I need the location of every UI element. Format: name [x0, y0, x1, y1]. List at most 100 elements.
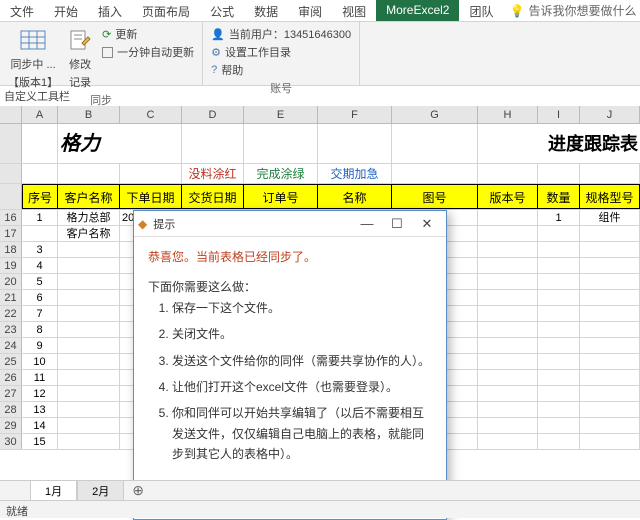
auto-update-checkbox[interactable]: 一分钟自动更新 — [102, 44, 194, 60]
hdr-delivdate[interactable]: 交货日期 — [182, 184, 244, 209]
add-sheet-button[interactable]: ⊕ — [124, 480, 152, 501]
update-label: 更新 — [115, 26, 137, 42]
legend-blue[interactable]: 交期加急 — [318, 164, 392, 183]
legend-red[interactable]: 没料涂红 — [182, 164, 244, 183]
row-header[interactable]: 29 — [0, 418, 22, 433]
current-user-label: 当前用户：13451646300 — [229, 26, 351, 42]
col-G[interactable]: G — [392, 106, 478, 123]
row-header[interactable]: 17 — [0, 226, 22, 241]
hdr-drawing[interactable]: 图号 — [392, 184, 478, 209]
gear-icon: ⚙ — [211, 46, 221, 59]
row-header[interactable] — [0, 184, 22, 209]
row-header[interactable]: 21 — [0, 290, 22, 305]
sync-button-label1: 同步中 ... — [10, 56, 55, 72]
hdr-name[interactable]: 名称 — [318, 184, 392, 209]
select-all[interactable] — [0, 106, 22, 123]
hdr-qty[interactable]: 数量 — [538, 184, 580, 209]
help-label: 帮助 — [221, 62, 243, 78]
sync-button[interactable]: 同步中 ... 【版本1】 — [8, 26, 58, 90]
row-header[interactable]: 28 — [0, 402, 22, 417]
user-icon: 👤 — [211, 28, 225, 41]
bulb-icon: 💡 — [510, 4, 525, 18]
legend-row: 没料涂红 完成涂绿 交期加急 — [0, 164, 640, 184]
col-J[interactable]: J — [580, 106, 640, 123]
row-header[interactable]: 25 — [0, 354, 22, 369]
col-F[interactable]: F — [318, 106, 392, 123]
maximize-button[interactable]: ☐ — [382, 216, 412, 232]
row-header[interactable]: 27 — [0, 386, 22, 401]
status-bar: 就绪 — [0, 500, 640, 518]
step-1: 保存一下这个文件。 — [172, 298, 432, 318]
row-header[interactable]: 18 — [0, 242, 22, 257]
minimize-button[interactable]: — — [352, 216, 382, 231]
tab-moreexcel2[interactable]: MoreExcel2 — [376, 0, 459, 21]
current-user[interactable]: 👤 当前用户：13451646300 — [211, 26, 351, 42]
dialog-intro: 下面你需要这么做： — [148, 277, 432, 297]
col-B[interactable]: B — [58, 106, 120, 123]
update-button[interactable]: ⟳ 更新 — [102, 26, 194, 42]
changelog-button[interactable]: 修改 记录 — [66, 26, 94, 90]
row-header[interactable]: 26 — [0, 370, 22, 385]
tab-home[interactable]: 开始 — [44, 0, 88, 21]
row-header[interactable]: 16 — [0, 210, 22, 225]
hdr-seq[interactable]: 序号 — [22, 184, 58, 209]
close-button[interactable]: ✕ — [412, 216, 442, 232]
tab-insert[interactable]: 插入 — [88, 0, 132, 21]
info-icon: ◆ — [138, 217, 147, 231]
hdr-orderdate[interactable]: 下单日期 — [120, 184, 182, 209]
refresh-icon: ⟳ — [102, 28, 111, 41]
auto-update-label: 一分钟自动更新 — [117, 44, 194, 60]
grid-icon — [19, 26, 47, 54]
help-icon: ? — [211, 64, 217, 76]
row-header[interactable]: 22 — [0, 306, 22, 321]
hdr-orderno[interactable]: 订单号 — [244, 184, 318, 209]
tell-me[interactable]: 💡 告诉我你想要做什么 — [510, 0, 637, 21]
col-E[interactable]: E — [244, 106, 318, 123]
tab-review[interactable]: 审阅 — [288, 0, 332, 21]
col-H[interactable]: H — [478, 106, 538, 123]
tell-me-label: 告诉我你想要做什么 — [528, 2, 636, 19]
tab-file[interactable]: 文件 — [0, 0, 44, 21]
dialog-congrats: 恭喜您。当前表格已经同步了。 — [148, 247, 432, 267]
group-sync: 同步中 ... 【版本1】 修改 记录 ⟳更新 一分钟自动更新 同步 — [0, 22, 203, 85]
header-row: 序号 客户名称 下单日期 交货日期 订单号 名称 图号 版本号 数量 规格型号 — [0, 184, 640, 210]
col-I[interactable]: I — [538, 106, 580, 123]
row-header[interactable]: 20 — [0, 274, 22, 289]
tracker-title[interactable]: 进度跟踪表 — [478, 124, 640, 163]
row-header[interactable]: 24 — [0, 338, 22, 353]
hdr-customer[interactable]: 客户名称 — [58, 184, 120, 209]
help-button[interactable]: ? 帮助 — [211, 62, 351, 78]
tab-layout[interactable]: 页面布局 — [132, 0, 200, 21]
row-header[interactable] — [0, 124, 22, 163]
tab-data[interactable]: 数据 — [244, 0, 288, 21]
row-header[interactable] — [0, 164, 22, 183]
hdr-spec[interactable]: 规格型号 — [580, 184, 640, 209]
tab-view[interactable]: 视图 — [332, 0, 376, 21]
legend-green[interactable]: 完成涂绿 — [244, 164, 318, 183]
brand-cell[interactable]: 格力 — [58, 124, 182, 163]
step-5: 你和同伴可以开始共享编辑了（以后不需要相互发送文件，仅仅编辑自己电脑上的表格，就… — [172, 403, 432, 464]
ribbon-body: 同步中 ... 【版本1】 修改 记录 ⟳更新 一分钟自动更新 同步 👤当前用户… — [0, 22, 640, 86]
dialog-titlebar[interactable]: ◆ 提示 — ☐ ✕ — [134, 211, 446, 237]
step-4: 让他们打开这个excel文件（也需要登录）。 — [172, 377, 432, 397]
row-header[interactable]: 30 — [0, 434, 22, 449]
col-A[interactable]: A — [22, 106, 58, 123]
row-header[interactable]: 19 — [0, 258, 22, 273]
sheet-tab-feb[interactable]: 2月 — [77, 480, 124, 501]
sheet-tab-jan[interactable]: 1月 — [30, 480, 77, 501]
dialog-steps: 保存一下这个文件。 关闭文件。 发送这个文件给你的同伴（需要共享协作的人）。 让… — [172, 298, 432, 465]
col-C[interactable]: C — [120, 106, 182, 123]
sheet-tabs: 1月 2月 ⊕ — [0, 480, 640, 500]
set-workdir-button[interactable]: ⚙ 设置工作目录 — [211, 44, 351, 60]
col-D[interactable]: D — [182, 106, 244, 123]
workdir-label: 设置工作目录 — [225, 44, 291, 60]
title-row: 格力 进度跟踪表 — [0, 124, 640, 164]
sync-dialog: ◆ 提示 — ☐ ✕ 恭喜您。当前表格已经同步了。 下面你需要这么做： 保存一下… — [133, 210, 447, 520]
checkbox-icon — [102, 47, 113, 58]
tab-team[interactable]: 团队 — [459, 0, 503, 21]
tab-formula[interactable]: 公式 — [200, 0, 244, 21]
hdr-version[interactable]: 版本号 — [478, 184, 538, 209]
step-3: 发送这个文件给你的同伴（需要共享协作的人）。 — [172, 351, 432, 371]
step-2: 关闭文件。 — [172, 324, 432, 344]
row-header[interactable]: 23 — [0, 322, 22, 337]
